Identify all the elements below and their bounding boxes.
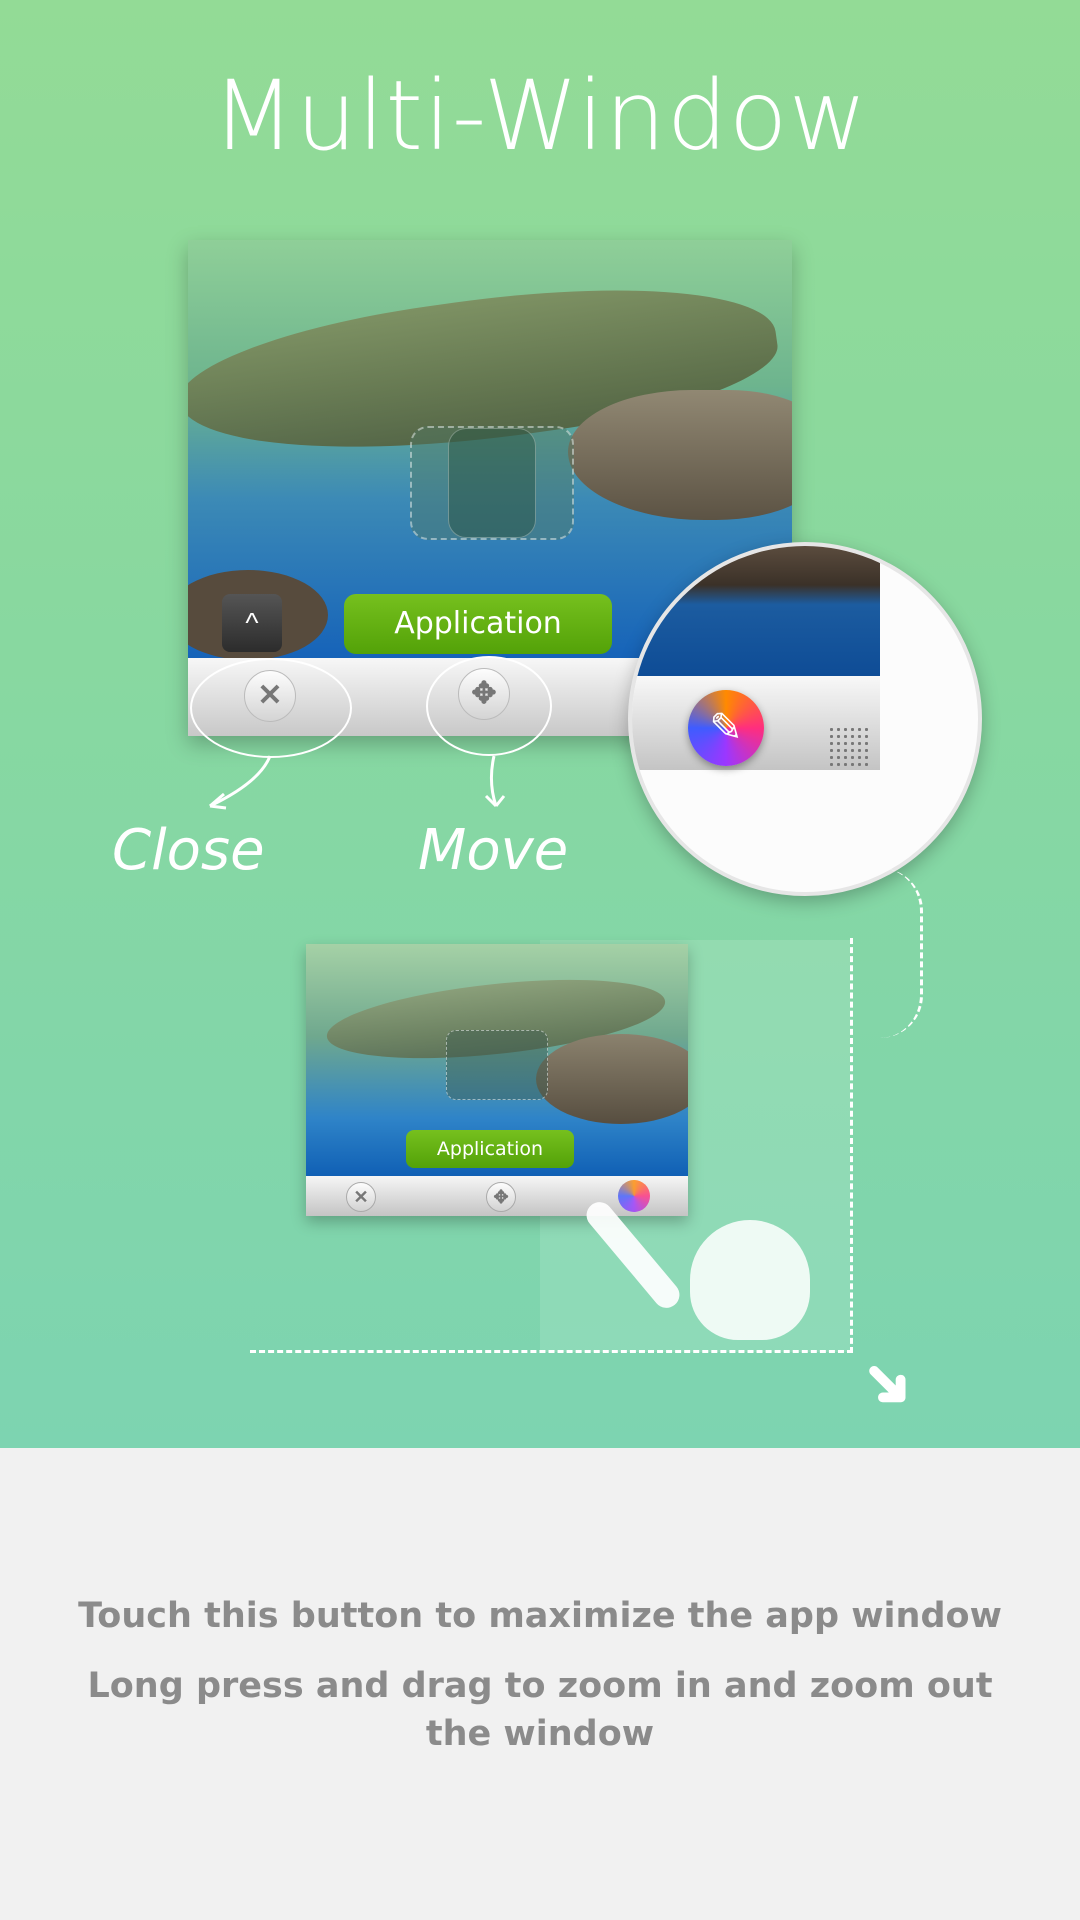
move-arrow-icon <box>484 755 506 808</box>
page-title: Multi-Window <box>212 60 868 172</box>
move-highlight-ring <box>426 656 552 756</box>
move-label: Move <box>418 818 569 883</box>
instruction-line-1: Touch this button to maximize the app wi… <box>78 1596 1002 1636</box>
color-picker-icon[interactable]: ✎ <box>688 690 764 766</box>
small-application-button[interactable]: Application <box>406 1130 574 1168</box>
resize-grip-icon[interactable] <box>828 726 868 766</box>
small-move-icon[interactable]: ✥ <box>486 1182 516 1212</box>
curved-arrow-icon <box>880 868 923 1038</box>
close-arrow-icon <box>209 755 272 810</box>
small-window-control-bar: ✕ ✥ <box>306 1176 688 1216</box>
close-label: Close <box>112 818 265 883</box>
placeholder-icon <box>410 426 574 540</box>
small-app-window-preview: Application ✕ ✥ <box>306 944 688 1216</box>
small-close-icon[interactable]: ✕ <box>346 1182 376 1212</box>
hand-icon <box>690 1220 810 1340</box>
application-button[interactable]: Application <box>344 594 612 654</box>
instruction-line-2: Long press and drag to zoom in and zoom … <box>87 1666 993 1754</box>
small-color-picker-icon[interactable] <box>618 1180 650 1212</box>
expand-button[interactable]: ^ <box>222 594 282 652</box>
close-highlight-ring <box>190 658 352 758</box>
small-placeholder-icon <box>446 1030 548 1100</box>
hero-section: Multi-Window ^ Application ✕ ✥ Close Mov… <box>0 0 1080 1448</box>
diagonal-arrow-icon: ➜ <box>844 1338 934 1428</box>
magnifier-callout: ✎ <box>628 542 982 896</box>
